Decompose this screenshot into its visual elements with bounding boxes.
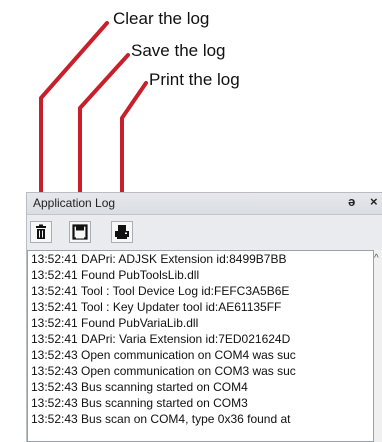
- log-view[interactable]: 13:52:41 DAPri: ADJSK Extension id:8499B…: [27, 250, 374, 442]
- log-line: 13:52:41 DAPri: ADJSK Extension id:8499B…: [31, 252, 287, 266]
- log-line: 13:52:43 Open communication on COM3 was …: [31, 364, 296, 378]
- log-line: 13:52:41 DAPri: Varia Extension id:7ED02…: [31, 332, 291, 346]
- panel-title: Application Log: [33, 196, 116, 210]
- log-line: 13:52:41 Tool : Key Updater tool id:AE61…: [31, 300, 282, 314]
- application-log-panel: Application Log ə × 13:52:41 DAPri: ADJS…: [26, 192, 382, 442]
- log-line: 13:52:43 Bus scan on COM4, type 0x36 fou…: [31, 412, 291, 426]
- clear-log-button[interactable]: [30, 221, 52, 243]
- dock-pin-icon[interactable]: ə: [348, 194, 355, 209]
- log-line: 13:52:43 Bus scanning started on COM3: [31, 396, 248, 410]
- close-icon[interactable]: ×: [370, 194, 378, 209]
- log-line: 13:52:41 Found PubToolsLib.dll: [31, 268, 200, 282]
- log-line: 13:52:41 Found PubVariaLib.dll: [31, 316, 199, 330]
- print-log-button[interactable]: [111, 221, 133, 243]
- log-line: 13:52:43 Open communication on COM4 was …: [31, 348, 296, 362]
- save-callout: Save the log: [131, 41, 226, 60]
- print-callout: Print the log: [149, 70, 240, 89]
- log-scrollbar[interactable]: ^: [374, 250, 382, 442]
- print-icon: [115, 225, 129, 239]
- scroll-up-icon[interactable]: ^: [374, 254, 379, 264]
- log-line: 13:52:41 Tool : Tool Device Log id:FEFC3…: [31, 284, 290, 298]
- panel-titlebar[interactable]: Application Log ə ×: [27, 193, 382, 215]
- log-toolbar: [27, 215, 382, 249]
- clear-callout: Clear the log: [113, 9, 210, 28]
- save-log-button[interactable]: [69, 221, 91, 243]
- log-line: 13:52:43 Bus scanning started on COM4: [31, 380, 248, 394]
- save-icon: [72, 224, 88, 240]
- trash-icon: [36, 224, 46, 239]
